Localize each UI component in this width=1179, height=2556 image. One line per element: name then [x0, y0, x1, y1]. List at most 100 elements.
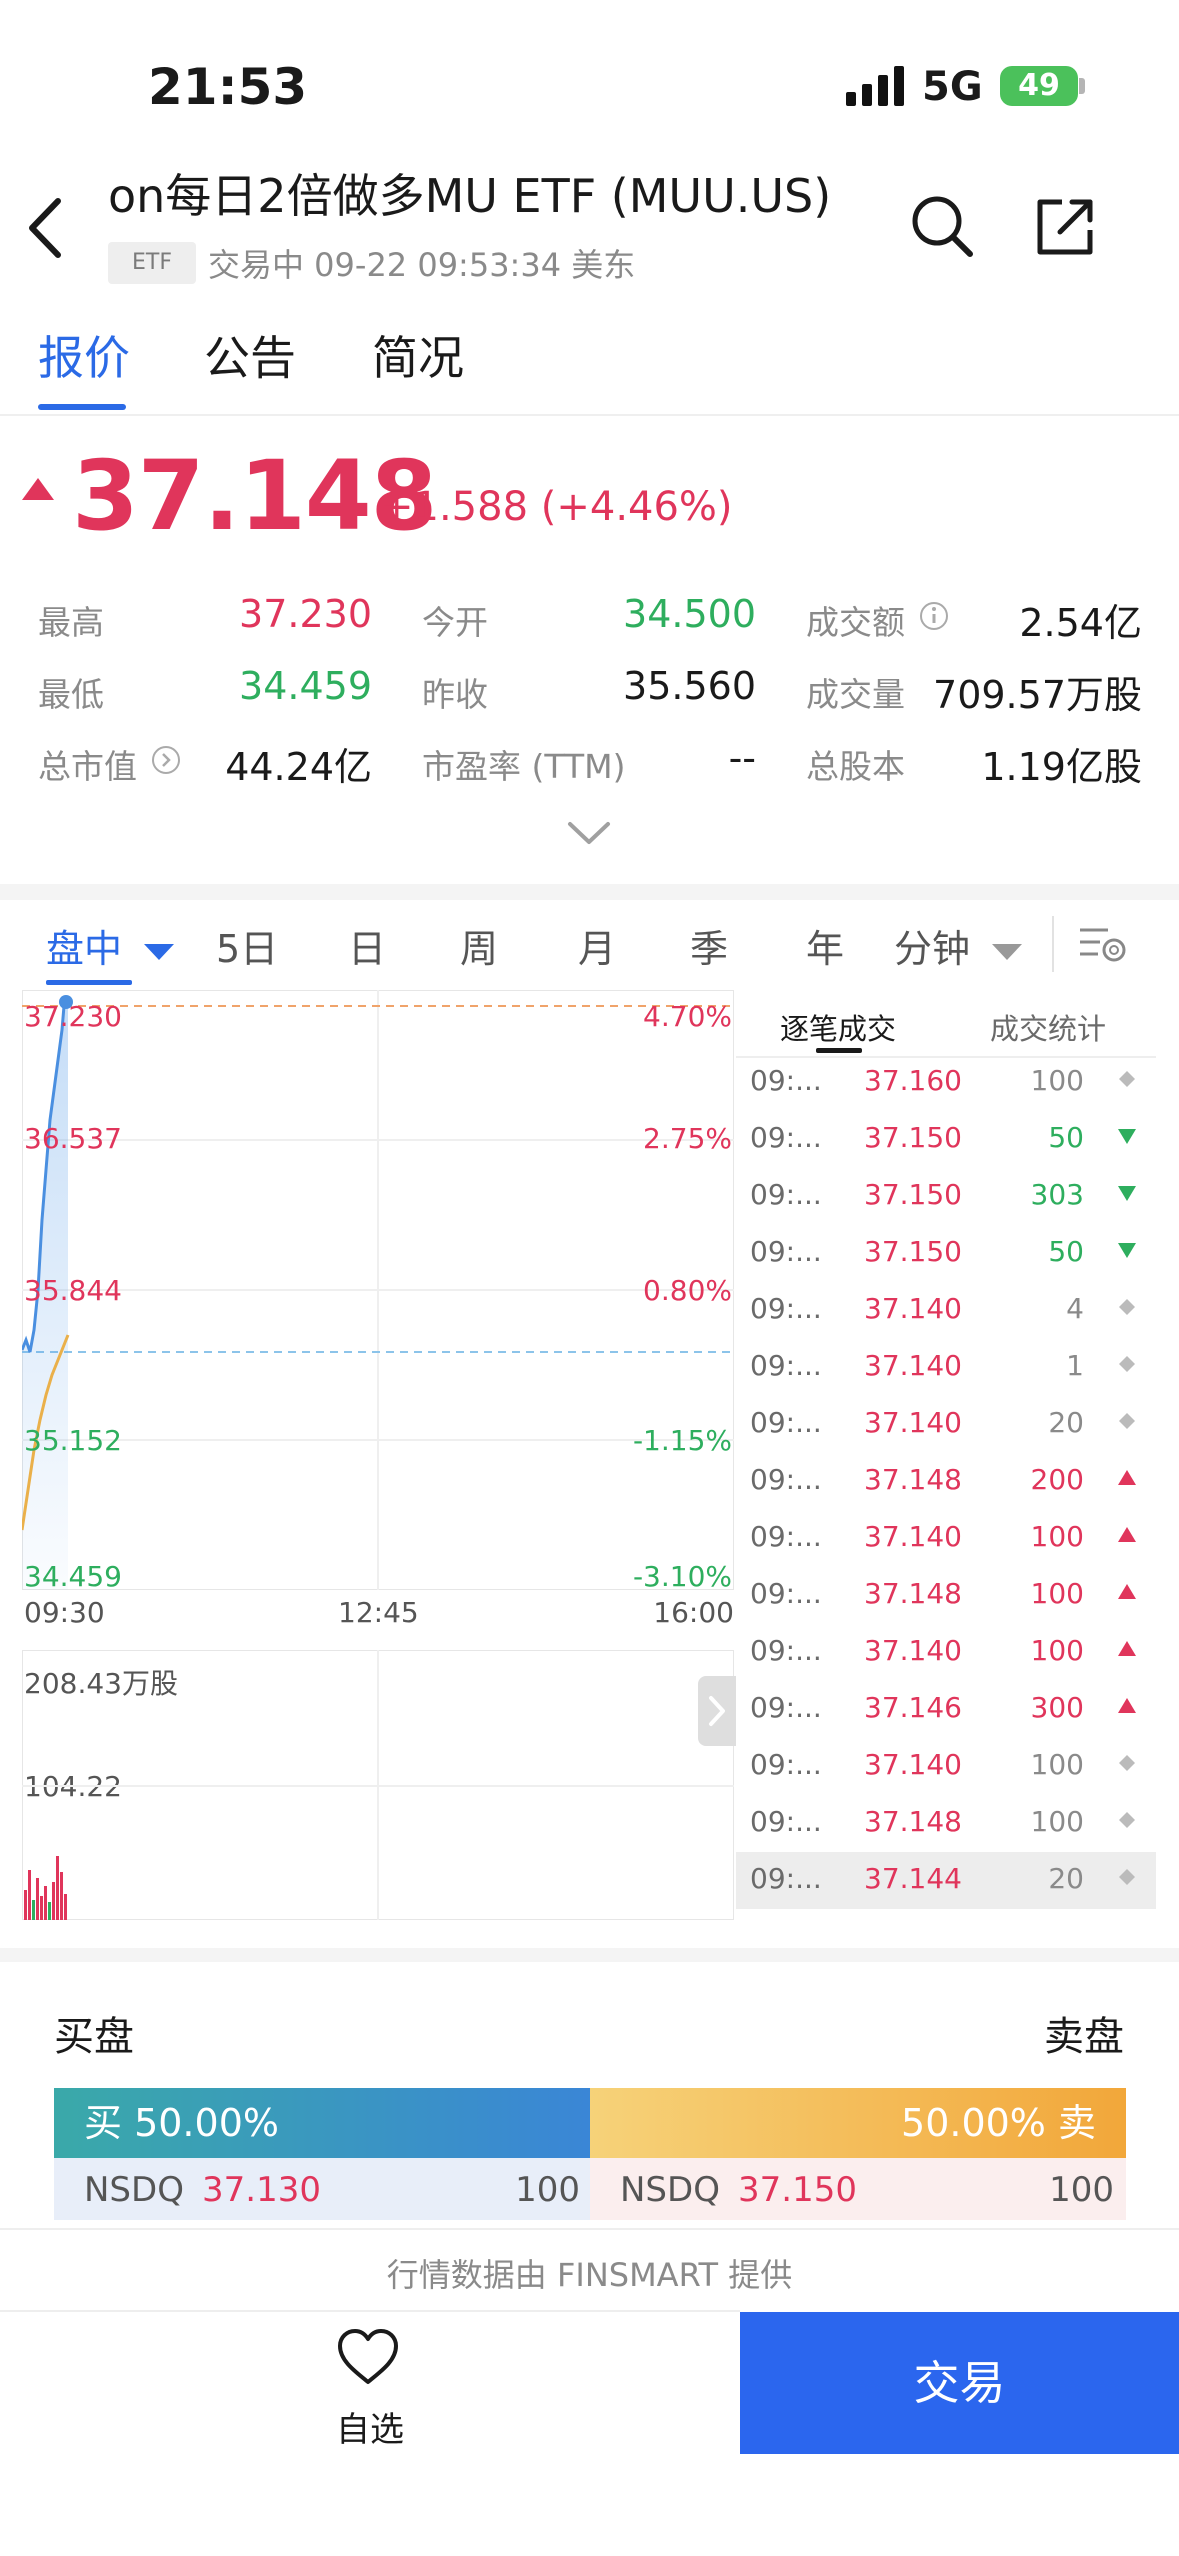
ask-ratio-bar: 50.00% 卖	[590, 2088, 1126, 2158]
network-type: 5G	[922, 64, 983, 110]
trade-price: 37.150	[864, 1235, 962, 1268]
bid-exchange: NSDQ	[84, 2170, 184, 2210]
stat-label: 昨收	[422, 675, 488, 714]
trade-time: 09:...	[750, 1520, 822, 1553]
trade-down-icon	[1118, 1129, 1136, 1144]
tab-announcements[interactable]: 公告	[204, 322, 296, 388]
tab-quote[interactable]: 报价	[38, 322, 130, 388]
trade-down-icon	[1118, 1243, 1136, 1258]
trade-time: 09:...	[750, 1862, 822, 1895]
trade-neutral-icon	[1119, 1869, 1135, 1885]
trade-time: 09:...	[750, 1178, 822, 1211]
tab-trade-stats[interactable]: 成交统计	[990, 1006, 1106, 1048]
percent-axis-label: 4.70%	[643, 1000, 732, 1033]
price-axis-label: 35.152	[24, 1424, 122, 1457]
trade-volume: 100	[1030, 1520, 1084, 1553]
trade-up-icon	[1118, 1527, 1136, 1542]
price-axis-label: 34.459	[24, 1560, 122, 1593]
trade-row: 09:... 37.160 100	[736, 1054, 1156, 1111]
chevron-right-icon	[709, 1696, 725, 1726]
search-icon[interactable]	[910, 194, 974, 258]
tab-tick-trades[interactable]: 逐笔成交	[780, 1006, 896, 1048]
trade-neutral-icon	[1119, 1356, 1135, 1372]
stat-value: 35.560	[623, 664, 756, 708]
trade-volume: 20	[1048, 1862, 1084, 1895]
trade-row: 09:... 37.140 4	[736, 1282, 1156, 1339]
chevron-down-icon[interactable]	[566, 818, 612, 848]
trade-row: 09:... 37.148 100	[736, 1567, 1156, 1624]
intraday-price-chart[interactable]	[22, 990, 734, 1590]
trade-volume: 300	[1030, 1691, 1084, 1724]
bottom-bar-divider	[0, 2310, 740, 2312]
price-axis-label: 35.844	[24, 1274, 122, 1307]
trade-volume: 20	[1048, 1406, 1084, 1439]
tabs-divider	[0, 414, 1179, 416]
stat-value: 709.57万股	[933, 673, 1142, 717]
trade-button[interactable]: 交易	[740, 2312, 1179, 2454]
trade-volume: 100	[1030, 1634, 1084, 1667]
trade-price: 37.150	[864, 1178, 962, 1211]
chart-settings-icon[interactable]	[1078, 918, 1130, 970]
trade-time: 09:...	[750, 1748, 822, 1781]
trade-row: 09:... 37.140 100	[736, 1738, 1156, 1795]
trade-row: 09:... 37.150 303	[736, 1168, 1156, 1225]
trade-time: 09:...	[750, 1691, 822, 1724]
stat-label: 最高	[38, 603, 104, 642]
trade-time: 09:...	[750, 1064, 822, 1097]
trade-time: 09:...	[750, 1121, 822, 1154]
time-axis-label: 16:00	[653, 1596, 734, 1629]
percent-axis-label: -1.15%	[632, 1424, 732, 1457]
info-icon[interactable]	[918, 600, 950, 632]
back-arrow-icon[interactable]	[22, 195, 72, 261]
trade-price: 37.148	[864, 1577, 962, 1610]
watchlist-label[interactable]: 自选	[300, 2402, 440, 2451]
share-icon[interactable]	[1034, 196, 1096, 258]
stat-value: 34.459	[239, 664, 372, 708]
trade-price: 37.140	[864, 1520, 962, 1553]
period-tab-week[interactable]: 周	[460, 918, 498, 973]
page-title: on每日2倍做多MU ETF (MUU.US)	[108, 169, 832, 223]
period-tabs-separator	[1052, 916, 1054, 972]
period-tab-year[interactable]: 年	[806, 918, 844, 973]
trade-price: 37.144	[864, 1862, 962, 1895]
trade-price: 37.146	[864, 1691, 962, 1724]
trade-time: 09:...	[750, 1349, 822, 1382]
stat-value: 1.19亿股	[981, 745, 1142, 789]
trade-time: 09:...	[750, 1292, 822, 1325]
stat-value: 2.54亿	[1019, 601, 1142, 645]
bid-ratio-bar: 买 50.00%	[54, 2088, 590, 2158]
trade-row: 09:... 37.140 20	[736, 1396, 1156, 1453]
trade-price: 37.160	[864, 1064, 962, 1097]
trade-volume: 100	[1030, 1577, 1084, 1610]
stat-label: 总市值	[38, 747, 137, 786]
chart-expand-handle[interactable]	[698, 1676, 736, 1746]
trade-volume: 1	[1066, 1349, 1084, 1382]
trade-time: 09:...	[750, 1805, 822, 1838]
stat-label: 最低	[38, 675, 104, 714]
trade-volume: 303	[1030, 1178, 1084, 1211]
period-tab-day[interactable]: 日	[348, 918, 386, 973]
trading-status: 交易中 09-22 09:53:34 美东	[208, 246, 636, 284]
heart-icon[interactable]	[336, 2328, 400, 2386]
chevron-right-circle-icon[interactable]	[150, 744, 182, 776]
trade-row: 09:... 37.140 100	[736, 1624, 1156, 1681]
stat-label: 今开	[422, 603, 488, 642]
trade-row: 09:... 37.150 50	[736, 1225, 1156, 1282]
period-tab-month[interactable]: 月	[578, 918, 616, 973]
period-tab-5d[interactable]: 5日	[216, 918, 278, 973]
volume-bars	[24, 1856, 67, 1920]
period-tab-minute[interactable]: 分钟	[894, 918, 1024, 973]
trade-up-icon	[1118, 1470, 1136, 1485]
period-tab-quarter[interactable]: 季	[690, 918, 728, 973]
tab-overview[interactable]: 简况	[372, 322, 464, 388]
time-axis-label: 09:30	[24, 1596, 105, 1629]
bid-title: 买盘	[54, 2014, 134, 2060]
stat-label: 成交量	[806, 675, 905, 714]
stat-label: 市盈率 (TTM)	[422, 747, 626, 786]
trade-neutral-icon	[1119, 1413, 1135, 1429]
trade-neutral-icon	[1119, 1299, 1135, 1315]
trade-time: 09:...	[750, 1463, 822, 1496]
period-tab-intraday[interactable]: 盘中	[46, 918, 176, 973]
etf-badge: ETF	[108, 242, 196, 284]
trade-row: 09:... 37.148 200	[736, 1453, 1156, 1510]
